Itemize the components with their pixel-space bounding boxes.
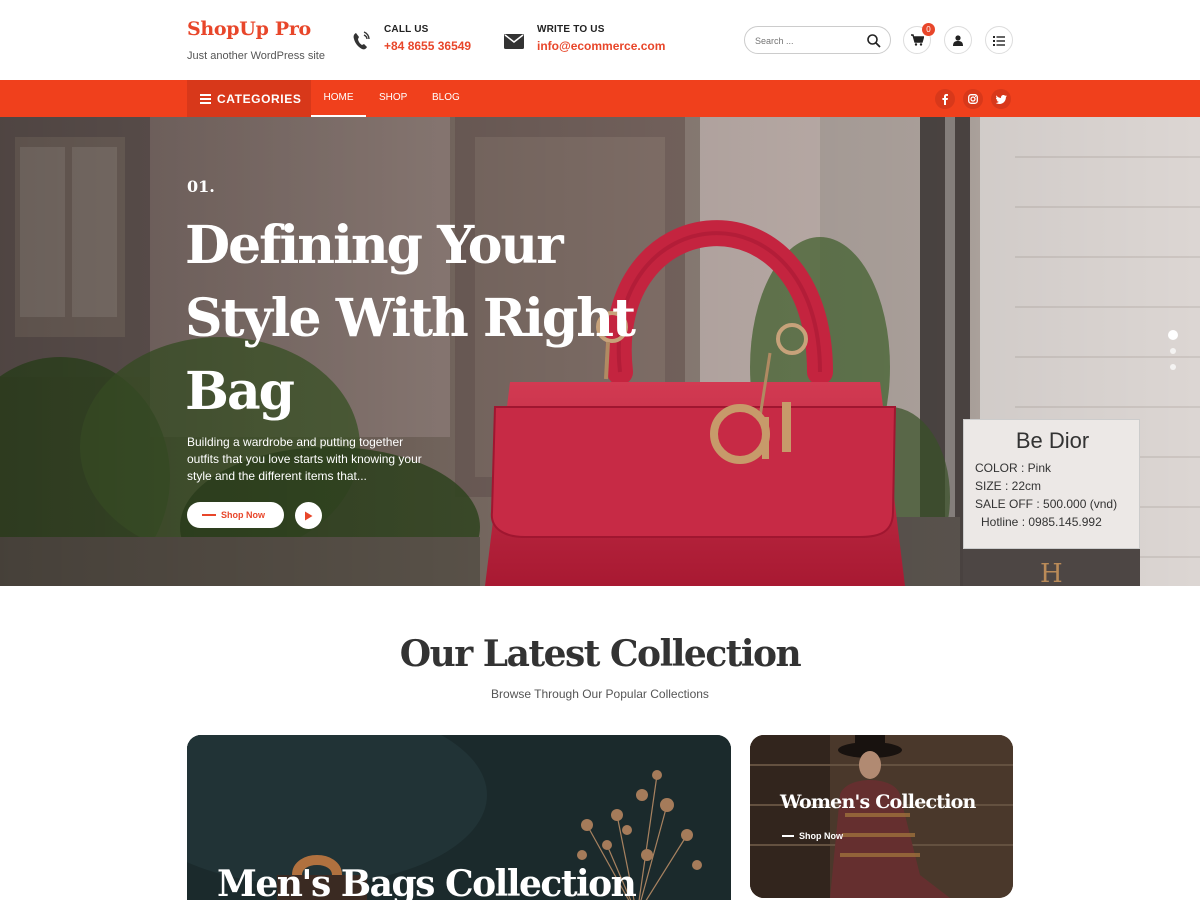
search-box bbox=[744, 26, 891, 54]
sign-line-size: SIZE : 22cm bbox=[975, 479, 1042, 493]
womens-collection-card[interactable]: Women's Collection Shop Now bbox=[750, 735, 1013, 898]
site-tagline: Just another WordPress site bbox=[187, 50, 325, 62]
womens-collection-title: Women's Collection bbox=[780, 791, 976, 813]
mens-collection-title: Men's Bags Collection bbox=[217, 863, 637, 900]
email-label: WRITE TO US bbox=[537, 24, 605, 35]
envelope-icon bbox=[503, 30, 525, 52]
phone-label: CALL US bbox=[384, 24, 429, 35]
sign-line-hotline: Hotline : 0985.145.992 bbox=[981, 515, 1102, 529]
twitter-icon[interactable] bbox=[991, 89, 1011, 109]
slider-dot-1[interactable] bbox=[1168, 330, 1178, 340]
cart-count-badge: 0 bbox=[922, 23, 935, 36]
nav-item-home[interactable]: HOME bbox=[311, 80, 366, 117]
instagram-icon[interactable] bbox=[963, 89, 983, 109]
user-icon bbox=[953, 31, 963, 50]
menu-button[interactable] bbox=[985, 26, 1013, 54]
search-icon[interactable] bbox=[866, 33, 882, 49]
shop-now-label: Shop Now bbox=[221, 510, 265, 520]
contact-email: WRITE TO US info@ecommerce.com bbox=[503, 24, 665, 53]
hamburger-icon bbox=[200, 89, 211, 108]
dash-icon bbox=[202, 514, 216, 516]
dash-icon bbox=[782, 835, 794, 837]
collection-title: Our Latest Collection bbox=[399, 633, 802, 675]
list-icon bbox=[993, 31, 1005, 50]
play-video-button[interactable] bbox=[295, 502, 322, 529]
phone-icon bbox=[350, 30, 372, 52]
womens-collection-image bbox=[750, 735, 1013, 898]
contact-phone: CALL US +84 8655 36549 bbox=[350, 24, 471, 53]
email-address[interactable]: info@ecommerce.com bbox=[537, 39, 665, 53]
womens-shop-now-link[interactable]: Shop Now bbox=[782, 831, 843, 841]
mens-collection-card[interactable]: Men's Bags Collection bbox=[187, 735, 731, 900]
slider-dot-2[interactable] bbox=[1170, 348, 1176, 354]
page: ShopUp Pro Just another WordPress site C… bbox=[0, 0, 1200, 900]
account-button[interactable] bbox=[944, 26, 972, 54]
price-sign: Be Dior COLOR : Pink SIZE : 22cm SALE OF… bbox=[963, 419, 1140, 549]
womens-shop-now-label: Shop Now bbox=[799, 831, 843, 841]
shop-now-button[interactable]: Shop Now bbox=[187, 502, 284, 528]
site-header: ShopUp Pro Just another WordPress site C… bbox=[0, 0, 1200, 80]
categories-label: CATEGORIES bbox=[217, 91, 302, 106]
categories-button[interactable]: CATEGORIES bbox=[187, 80, 311, 117]
main-navigation: CATEGORIES HOME SHOP BLOG bbox=[0, 80, 1200, 117]
phone-number[interactable]: +84 8655 36549 bbox=[384, 39, 471, 53]
hero-slider: H 01. Defining Your Style With Right Bag… bbox=[0, 117, 1200, 586]
collection-subtitle: Browse Through Our Popular Collections bbox=[491, 687, 709, 701]
hero-title: Defining Your Style With Right Bag bbox=[185, 215, 636, 422]
nav-item-shop[interactable]: SHOP bbox=[367, 80, 419, 117]
site-title[interactable]: ShopUp Pro bbox=[187, 18, 325, 40]
svg-text:H: H bbox=[1040, 559, 1063, 586]
sign-line-color: COLOR : Pink bbox=[975, 461, 1052, 475]
slide-number: 01. bbox=[187, 177, 215, 196]
sign-line-sale: SALE OFF : 500.000 (vnd) bbox=[975, 497, 1118, 511]
slider-dot-3[interactable] bbox=[1170, 364, 1176, 370]
cart-icon bbox=[910, 31, 924, 50]
sign-brand: Be Dior bbox=[1015, 428, 1090, 453]
search-input[interactable] bbox=[755, 33, 860, 49]
brand: ShopUp Pro Just another WordPress site bbox=[187, 18, 325, 62]
hero-description: Building a wardrobe and putting together… bbox=[187, 435, 422, 483]
nav-item-blog[interactable]: BLOG bbox=[420, 80, 472, 117]
facebook-icon[interactable] bbox=[935, 89, 955, 109]
play-icon bbox=[304, 506, 313, 525]
